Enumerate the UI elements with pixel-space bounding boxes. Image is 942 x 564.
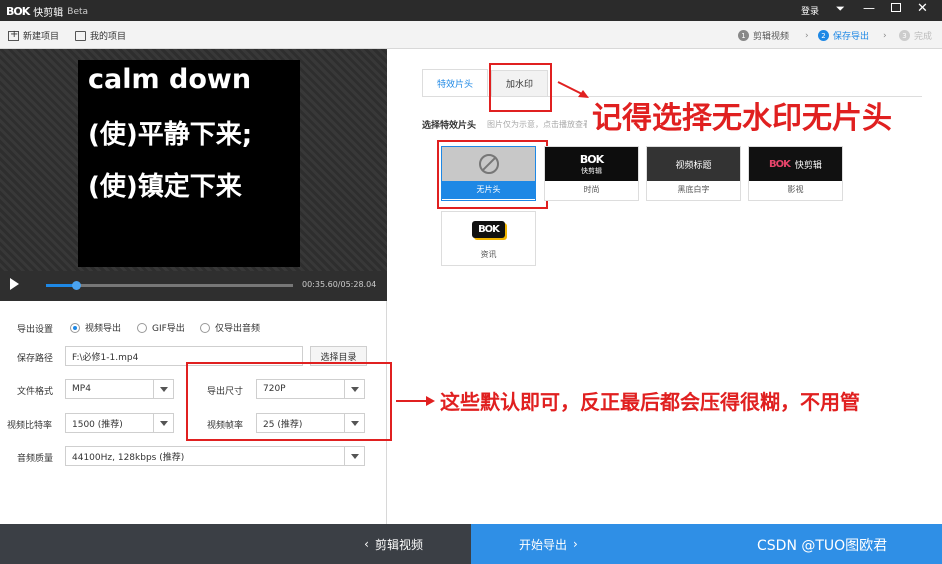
radio-label: 仅导出音频 — [215, 324, 261, 334]
seek-track[interactable] — [46, 281, 293, 290]
subtitle-line-2: (使)平静下来; — [88, 120, 253, 150]
back-to-edit-label: 剪辑视频 — [374, 537, 423, 552]
step-2-label: 保存导出 — [833, 32, 870, 42]
kuaijianji-logo-icon: BOK — [579, 152, 604, 166]
annotation-box-no-intro — [437, 140, 548, 209]
step-1-number: 1 — [738, 30, 749, 41]
bitrate-label: 视频比特率 — [7, 421, 53, 431]
annotation-box-settings — [186, 362, 392, 441]
annotation-arrow-top — [557, 81, 589, 98]
playback-bar: 00:35.60/05:28.04 — [0, 271, 387, 301]
effect-thumb-logo-text: 快剪辑 — [581, 166, 602, 175]
chevron-right-icon: › — [883, 30, 887, 41]
login-link[interactable]: 登录 — [801, 4, 819, 17]
folder-icon — [75, 30, 86, 41]
chevron-right-icon: › — [573, 537, 578, 551]
step-2: 2 保存导出 › — [818, 29, 887, 42]
file-format-label: 文件格式 — [17, 387, 54, 397]
close-icon[interactable]: ✕ — [917, 1, 928, 16]
step-1: 1 剪辑视频 › — [738, 29, 809, 42]
effect-caption: 资讯 — [480, 250, 497, 259]
effect-caption: 时尚 — [583, 185, 600, 194]
effects-section-title: 选择特效片头 — [422, 121, 477, 131]
step-2-number: 2 — [818, 30, 829, 41]
effect-tile-film[interactable]: BOK 快剪辑 影视 — [748, 146, 843, 201]
seek-handle[interactable] — [71, 281, 81, 290]
effect-caption: 黑底白字 — [677, 185, 710, 194]
file-format-value: MP4 — [72, 384, 91, 394]
radio-icon — [200, 322, 210, 333]
start-export-label: 开始导出 — [519, 537, 568, 552]
effect-thumb: BOK 快剪辑 — [749, 147, 842, 181]
title-bar: BOK 快剪辑 Beta 登录 ⏷ — ✕ — [0, 0, 942, 21]
bottom-bar: ‹ 剪辑视频 开始导出 › CSDN @TUO图欧君 — [0, 524, 942, 564]
app-logo: BOK 快剪辑 Beta — [6, 4, 88, 19]
step-1-label: 剪辑视频 — [753, 32, 790, 42]
radio-gif-export[interactable]: GIF导出 — [137, 321, 185, 334]
app-edition: Beta — [67, 6, 89, 17]
step-3: 3 完成 — [899, 29, 932, 42]
chevron-down-icon — [153, 380, 173, 398]
tab-effects-label: 特效片头 — [436, 80, 473, 90]
step-3-number: 3 — [899, 30, 910, 41]
effect-thumb-text: 视频标题 — [675, 160, 712, 171]
app-title: 快剪辑 — [33, 8, 64, 19]
radio-video-export[interactable]: 视频导出 — [70, 321, 121, 334]
dropdown-menu-icon[interactable]: ⏷ — [836, 2, 845, 16]
chevron-left-icon: ‹ — [364, 537, 369, 551]
step-3-label: 完成 — [914, 32, 933, 42]
annotation-arrow-line — [396, 400, 428, 402]
new-project-label: 新建项目 — [23, 32, 60, 42]
effect-caption: 影视 — [787, 185, 804, 194]
save-path-label: 保存路径 — [17, 354, 54, 364]
audio-quality-value: 44100Hz, 128kbps (推荐) — [72, 452, 185, 463]
effect-thumb: BOK — [442, 212, 535, 246]
effect-thumb: 视频标题 — [647, 147, 740, 181]
effect-thumb: BOK 快剪辑 — [545, 147, 638, 181]
new-project-button[interactable]: + 新建项目 — [8, 29, 59, 42]
effect-tile-black-white[interactable]: 视频标题 黑底白字 — [646, 146, 741, 201]
my-projects-button[interactable]: 我的项目 — [75, 29, 126, 42]
audio-quality-label: 音频质量 — [17, 454, 54, 464]
back-to-edit-button[interactable]: ‹ 剪辑视频 — [0, 524, 471, 564]
csdn-watermark: CSDN @TUO图欧君 — [757, 538, 888, 554]
tab-effects[interactable]: 特效片头 — [422, 69, 488, 97]
export-settings-label: 导出设置 — [17, 325, 54, 335]
subtitle-line-1: calm down — [88, 64, 252, 95]
radio-audio-only[interactable]: 仅导出音频 — [200, 321, 260, 334]
effects-hint: 图片仅为示意，点击播放查看效果 — [487, 120, 587, 129]
radio-label: 视频导出 — [85, 324, 122, 334]
annotation-box-watermark-tab — [489, 63, 552, 112]
kuaijianji-logo-icon: BOK — [769, 158, 791, 170]
annotation-middle: 这些默认即可，反正最后都会压得很糊，不用管 — [440, 390, 860, 414]
chevron-down-icon — [153, 414, 173, 432]
browse-button-label: 选择目录 — [320, 352, 357, 363]
plus-icon: + — [8, 28, 19, 41]
my-projects-label: 我的项目 — [90, 32, 127, 42]
bitrate-value: 1500 (推荐) — [72, 419, 123, 430]
video-frame[interactable]: calm down (使)平静下来; (使)镇定下来 — [78, 60, 300, 267]
bitrate-select[interactable]: 1500 (推荐) — [65, 413, 174, 433]
save-path-value: F:\必修1-1.mp4 — [72, 352, 139, 363]
arrow-right-icon — [426, 396, 435, 406]
radio-label: GIF导出 — [152, 324, 185, 334]
play-icon[interactable] — [10, 278, 19, 290]
subtitle-line-3: (使)镇定下来 — [88, 172, 242, 202]
annotation-top: 记得选择无水印无片头 — [592, 101, 892, 136]
effect-thumb-logo-text: 快剪辑 — [794, 160, 822, 171]
minimize-icon[interactable]: — — [863, 1, 875, 15]
kuaijianji-logo-icon: BOK — [472, 220, 505, 238]
radio-icon — [137, 322, 147, 333]
toolbar: + 新建项目 我的项目 1 剪辑视频 › 2 保存导出 › 3 完成 — [0, 21, 942, 49]
maximize-icon[interactable] — [891, 3, 901, 12]
time-display: 00:35.60/05:28.04 — [302, 280, 377, 289]
file-format-select[interactable]: MP4 — [65, 379, 174, 399]
effect-tile-fashion[interactable]: BOK 快剪辑 时尚 — [544, 146, 639, 201]
chevron-down-icon — [344, 447, 364, 465]
radio-icon — [70, 322, 80, 333]
effect-tile-news[interactable]: BOK 资讯 — [441, 211, 536, 266]
kuaijianji-logo-icon: BOK — [6, 5, 30, 18]
audio-quality-select[interactable]: 44100Hz, 128kbps (推荐) — [65, 446, 365, 466]
chevron-right-icon: › — [805, 30, 809, 41]
